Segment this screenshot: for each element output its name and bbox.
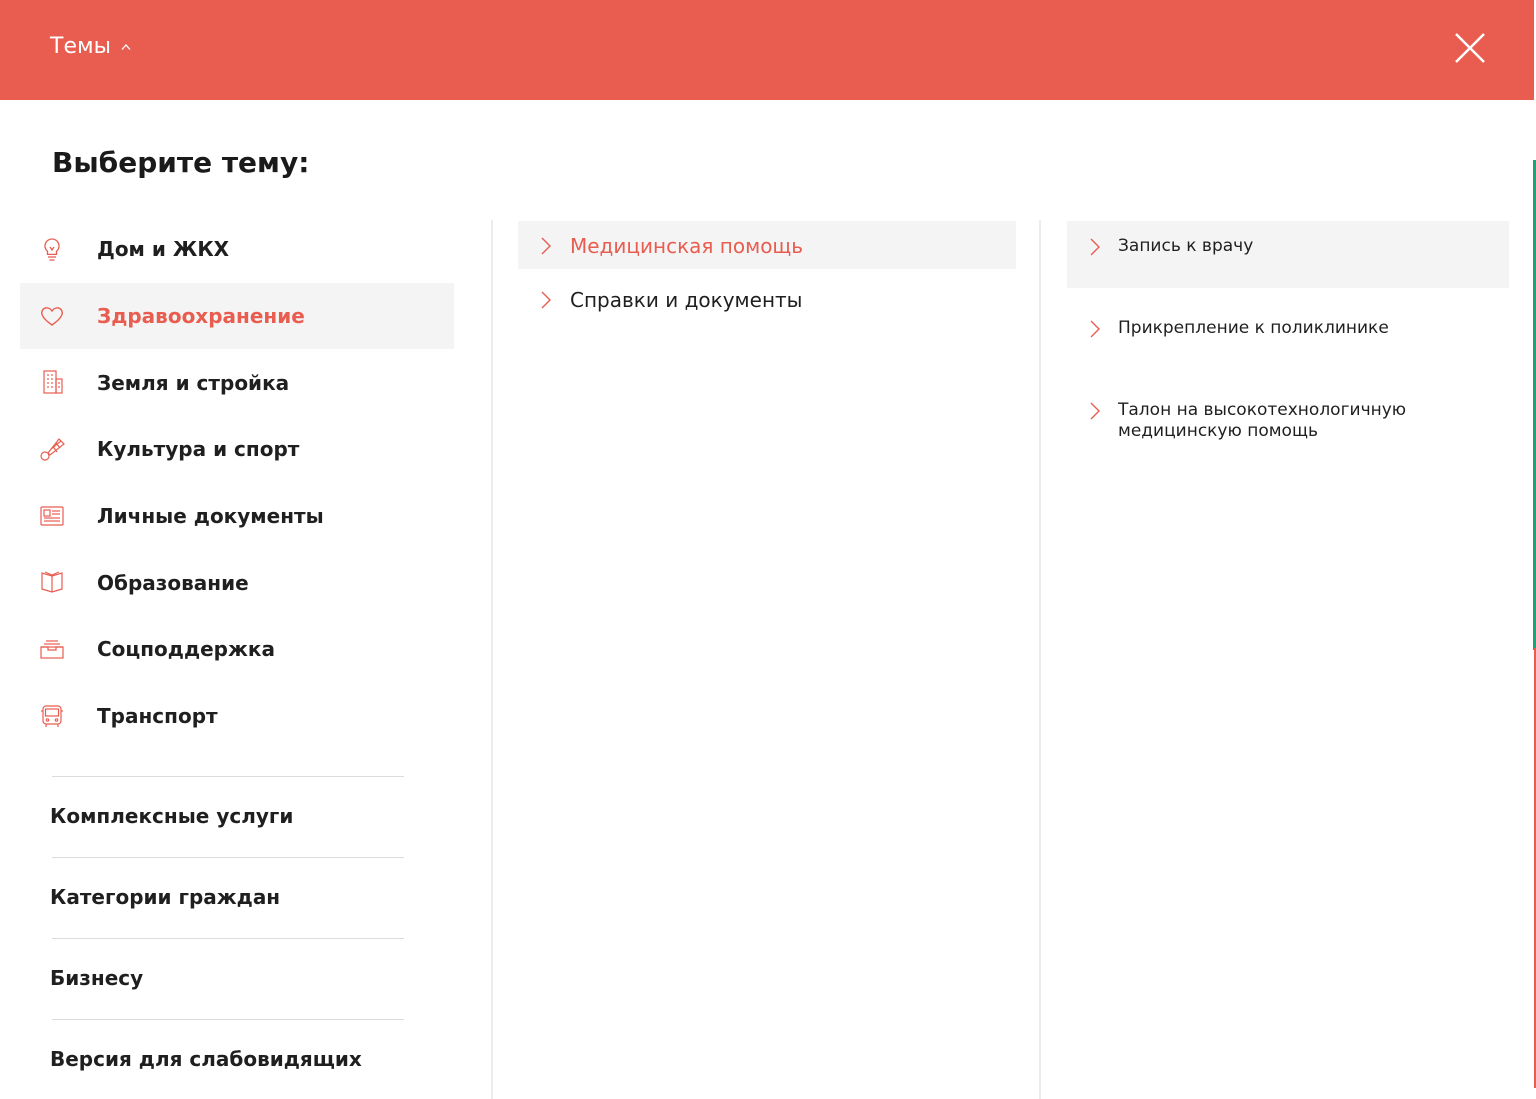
topic-item-land[interactable]: Земля и стройка [20,349,454,416]
business-link[interactable]: Бизнесу [50,966,143,990]
topics-toggle-label: Темы [50,34,111,59]
topic-item-housing[interactable]: Дом и ЖКХ [20,216,454,283]
column-divider [491,220,493,1099]
service-label: Талон на высокотехнологичную медицинскую… [1118,400,1407,441]
page-title: Выберите тему: [52,146,310,179]
topic-label: Здравоохранение [97,304,305,329]
topic-item-transport[interactable]: Транспорт [20,683,454,750]
chevron-right-icon [1090,402,1100,420]
subtopics-list: Медицинская помощь Справки и документы [518,221,1016,323]
topic-item-social[interactable]: Соцподдержка [20,616,454,683]
topic-label: Дом и ЖКХ [97,237,230,262]
subtopic-label: Справки и документы [570,288,803,312]
document-icon [40,506,64,526]
lightbulb-icon [44,238,60,261]
chevron-up-icon [121,43,131,50]
topic-item-documents[interactable]: Личные документы [20,483,454,550]
shuttlecock-icon [40,438,65,461]
topic-item-education[interactable]: Образование [20,549,454,616]
service-item-clinic-attachment[interactable]: Прикрепление к поликлинике [1067,303,1509,351]
divider [52,938,404,939]
service-label: Запись к врачу [1118,236,1254,256]
chevron-right-icon [541,237,551,255]
topic-item-culture[interactable]: Культура и спорт [20,416,454,483]
topic-label: Соцподдержка [97,637,275,662]
close-icon[interactable] [1450,28,1490,68]
topic-label: Личные документы [97,504,324,529]
divider [52,857,404,858]
divider [52,776,404,777]
topic-item-healthcare[interactable]: Здравоохранение [20,282,454,350]
subtopic-item-certificates[interactable]: Справки и документы [518,275,1016,323]
chevron-right-icon [1090,320,1100,338]
inbox-icon [40,640,64,659]
building-icon [43,370,63,394]
heart-icon [41,306,63,326]
citizen-categories-link[interactable]: Категории граждан [50,885,280,909]
topics-list: Дом и ЖКХ Здравоохранение Земля и стройк… [20,216,454,750]
topic-label: Культура и спорт [97,437,300,462]
complex-services-link[interactable]: Комплексные услуги [50,804,293,828]
column-divider [1039,220,1041,1099]
service-item-doctor-appointment[interactable]: Запись к врачу [1067,221,1509,288]
topic-label: Земля и стройка [97,370,290,395]
top-bar: Темы [0,0,1534,100]
accessibility-version-link[interactable]: Версия для слабовидящих [50,1047,362,1071]
divider [52,1019,404,1020]
book-icon [41,571,63,594]
subtopic-label: Медицинская помощь [570,234,804,258]
topic-label: Образование [97,570,249,595]
topics-toggle[interactable]: Темы [50,34,131,59]
service-label: Прикрепление к поликлинике [1118,318,1389,338]
chevron-right-icon [541,291,551,309]
subtopic-item-medical-care[interactable]: Медицинская помощь [518,221,1016,269]
topic-label: Транспорт [97,704,218,729]
chevron-right-icon [1090,238,1100,256]
bus-icon [41,705,63,727]
service-item-hightech-voucher[interactable]: Талон на высокотехнологичную медицинскую… [1067,385,1509,445]
